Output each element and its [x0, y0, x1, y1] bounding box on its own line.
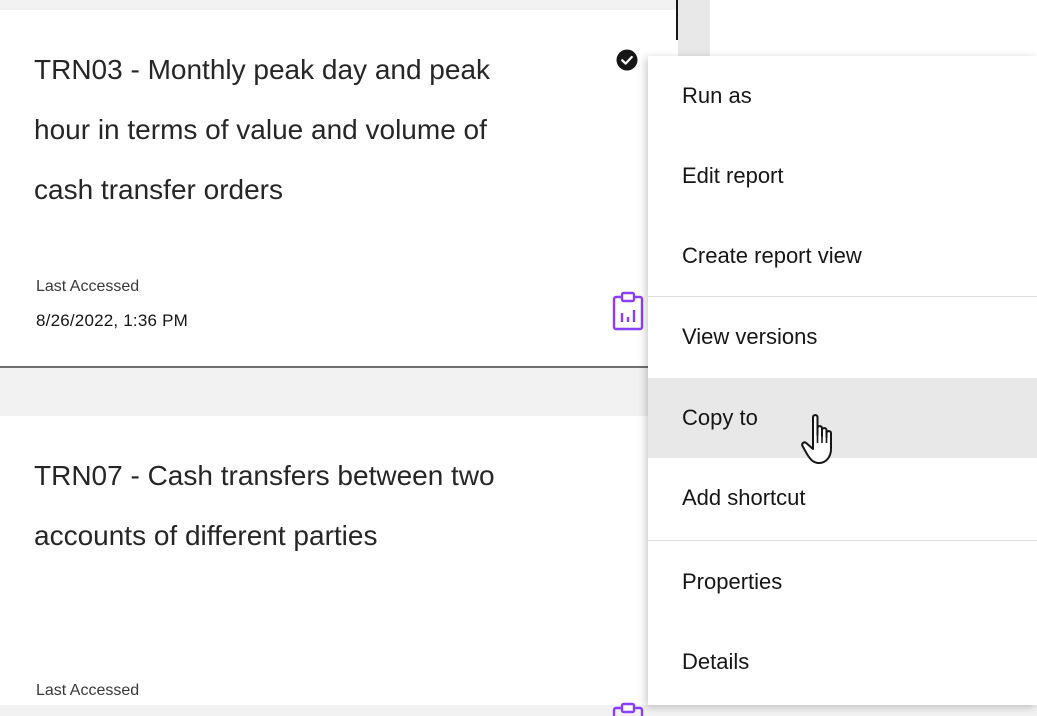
menu-item-view-versions[interactable]: View versions [648, 297, 1037, 377]
last-accessed-label: Last Accessed [36, 278, 140, 295]
last-accessed-label: Last Accessed [36, 682, 140, 699]
menu-item-properties[interactable]: Properties [648, 542, 1037, 622]
report-card[interactable]: TRN07 - Cash transfers between two accou… [0, 416, 678, 716]
menu-item-label: Details [682, 649, 750, 674]
menu-item-label: Create report view [682, 243, 862, 268]
menu-item-label: Run as [682, 83, 752, 108]
menu-divider [648, 540, 1037, 541]
menu-item-run-as[interactable]: Run as [648, 56, 1037, 136]
menu-item-copy-to[interactable]: Copy to [648, 378, 1037, 458]
report-title[interactable]: TRN03 - Monthly peak day and peak hour i… [34, 40, 534, 220]
menu-item-edit-report[interactable]: Edit report [648, 136, 1037, 216]
divider-line [676, 0, 678, 40]
report-title[interactable]: TRN07 - Cash transfers between two accou… [34, 446, 534, 566]
hand-pointer-icon [801, 414, 832, 464]
menu-item-label: Edit report [682, 163, 784, 188]
report-clipboard-icon[interactable] [612, 291, 644, 331]
menu-item-label: Properties [682, 569, 783, 594]
last-accessed-value: 8/26/2022, 1:36 PM [36, 311, 188, 330]
menu-item-label: View versions [682, 324, 818, 349]
menu-item-create-report-view[interactable]: Create report view [648, 216, 1037, 296]
menu-item-details[interactable]: Details [648, 622, 1037, 702]
checkmark-filled-icon [616, 49, 638, 71]
report-clipboard-icon[interactable] [612, 702, 644, 716]
background-gray-block [678, 0, 710, 60]
context-menu: Run as Edit report Create report view Vi… [648, 56, 1037, 705]
menu-item-label: Copy to [682, 405, 758, 430]
menu-item-add-shortcut[interactable]: Add shortcut [648, 458, 1037, 538]
report-card[interactable]: TRN03 - Monthly peak day and peak hour i… [0, 10, 678, 368]
menu-item-label: Add shortcut [682, 485, 806, 510]
